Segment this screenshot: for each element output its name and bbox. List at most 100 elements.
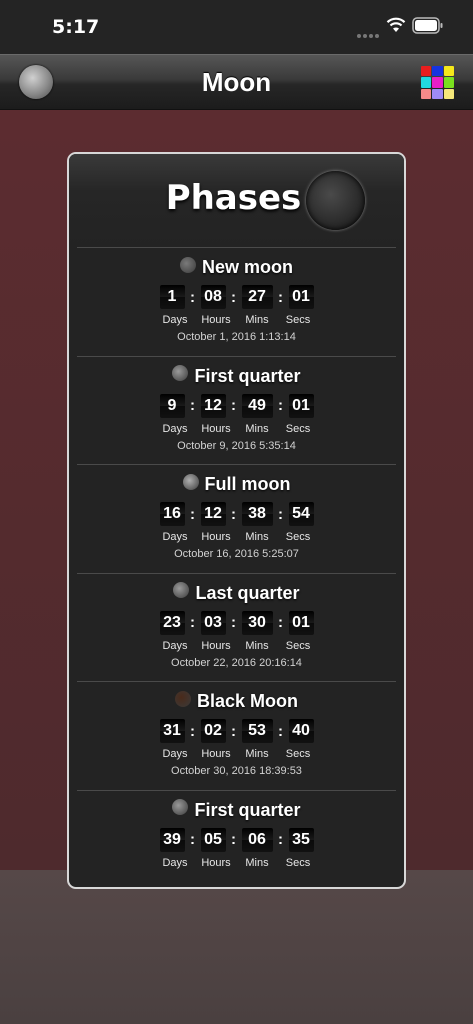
separator: : xyxy=(231,505,236,523)
phase-name: Last quarter xyxy=(195,582,300,603)
phase-header: First quarter xyxy=(77,799,396,821)
units-row: Days Hours Mins Secs xyxy=(77,531,396,543)
separator: : xyxy=(190,831,195,848)
separator: : xyxy=(278,722,283,740)
separator: : xyxy=(190,397,195,414)
hours-label: Hours xyxy=(201,856,231,869)
black-moon-icon xyxy=(174,690,191,707)
separator: : xyxy=(231,397,236,414)
hours-value: 05 xyxy=(200,827,226,852)
separator: : xyxy=(190,722,195,740)
phase-list: New moon 1 : 08 : 27 : 01 Days Hours Min… xyxy=(69,247,404,887)
mins-label: Mins xyxy=(245,531,269,543)
separator: : xyxy=(278,288,283,306)
separator: : xyxy=(278,505,283,523)
phase-name: First quarter xyxy=(194,799,301,820)
battery-icon xyxy=(412,17,443,34)
separator: : xyxy=(278,614,283,631)
new-moon-icon xyxy=(179,256,196,273)
mins-value: 53 xyxy=(241,719,273,743)
color-swatch xyxy=(432,77,443,88)
phase-row: Black Moon 31 : 02 : 53 : 40 Days Hours … xyxy=(77,681,396,790)
secs-label: Secs xyxy=(285,748,311,760)
phase-header: Full moon xyxy=(77,473,396,495)
mins-value: 30 xyxy=(241,610,273,635)
mins-label: Mins xyxy=(245,748,269,760)
days-label: Days xyxy=(162,856,188,869)
mins-label: Mins xyxy=(245,639,269,652)
first-quarter-icon xyxy=(172,799,189,815)
countdown: 1 : 08 : 27 : 01 xyxy=(77,285,396,309)
mins-value: 38 xyxy=(241,502,273,526)
status-time: 5:17 xyxy=(52,16,100,38)
moon-icon xyxy=(306,171,365,230)
countdown: 39 : 05 : 06 : 35 xyxy=(77,827,396,852)
phase-name: First quarter xyxy=(194,365,301,386)
nav-bar: Moon xyxy=(0,54,473,110)
separator: : xyxy=(231,831,236,848)
color-swatch xyxy=(421,66,432,77)
color-swatch xyxy=(432,66,443,77)
days-label: Days xyxy=(162,314,188,326)
days-value: 23 xyxy=(159,610,185,635)
phase-header: Black Moon xyxy=(77,690,396,712)
separator: : xyxy=(231,614,236,631)
phase-date: October 30, 2016 18:39:53 xyxy=(171,765,302,777)
separator: : xyxy=(278,831,283,848)
status-bar: 5:17 xyxy=(0,0,473,54)
hours-label: Hours xyxy=(201,748,231,760)
hours-label: Hours xyxy=(201,531,231,543)
phase-name: Black Moon xyxy=(196,691,298,711)
separator: : xyxy=(278,397,283,414)
countdown: 16 : 12 : 38 : 54 xyxy=(77,502,396,526)
phases-card: Phases New moon 1 : 08 : 27 : 01 Days Ho… xyxy=(67,152,406,889)
background-floor xyxy=(0,870,473,1024)
phase-row: First quarter 9 : 12 : 49 : 01 Days Hour… xyxy=(77,355,396,465)
card-header: Phases xyxy=(69,154,404,247)
phase-row: Full moon 16 : 12 : 38 : 54 Days Hours M… xyxy=(77,464,396,573)
last-quarter-icon xyxy=(173,582,190,598)
days-label: Days xyxy=(162,422,188,435)
wifi-icon xyxy=(386,17,406,32)
days-label: Days xyxy=(162,531,188,543)
nav-title: Moon xyxy=(201,67,272,97)
color-swatch xyxy=(443,77,454,88)
secs-label: Secs xyxy=(285,856,311,869)
color-grid-icon[interactable] xyxy=(421,66,454,99)
secs-label: Secs xyxy=(285,422,311,435)
units-row: Days Hours Mins Secs xyxy=(77,314,396,326)
signal-icon xyxy=(357,25,381,43)
color-swatch xyxy=(432,88,443,99)
color-swatch xyxy=(443,66,454,77)
days-label: Days xyxy=(162,639,188,652)
phase-row: Last quarter 23 : 03 : 30 : 01 Days Hour… xyxy=(77,572,396,682)
countdown: 9 : 12 : 49 : 01 xyxy=(77,393,396,418)
mins-value: 27 xyxy=(241,285,273,309)
days-label: Days xyxy=(162,748,188,760)
units-row: Days Hours Mins Secs xyxy=(77,748,396,760)
mins-label: Mins xyxy=(245,422,269,435)
secs-label: Secs xyxy=(285,314,311,326)
first-quarter-icon xyxy=(172,365,189,381)
hours-label: Hours xyxy=(201,422,231,435)
hours-label: Hours xyxy=(201,639,231,652)
phase-name: Full moon xyxy=(204,474,291,494)
separator: : xyxy=(231,288,236,306)
separator: : xyxy=(190,505,195,523)
secs-value: 01 xyxy=(288,285,314,309)
hours-value: 12 xyxy=(200,393,226,418)
secs-label: Secs xyxy=(285,639,311,652)
phase-date: October 22, 2016 20:16:14 xyxy=(171,656,302,669)
secs-label: Secs xyxy=(285,531,311,543)
countdown: 23 : 03 : 30 : 01 xyxy=(77,610,396,635)
color-swatch xyxy=(443,88,454,99)
days-value: 16 xyxy=(159,502,185,526)
full-moon-icon xyxy=(182,473,199,490)
phase-row: New moon 1 : 08 : 27 : 01 Days Hours Min… xyxy=(77,247,396,356)
mins-label: Mins xyxy=(245,314,269,326)
units-row: Days Hours Mins Secs xyxy=(77,423,396,435)
color-swatch xyxy=(421,77,432,88)
phase-header: New moon xyxy=(77,256,396,278)
secs-value: 01 xyxy=(288,610,314,635)
phase-date: October 1, 2016 1:13:14 xyxy=(177,331,296,343)
